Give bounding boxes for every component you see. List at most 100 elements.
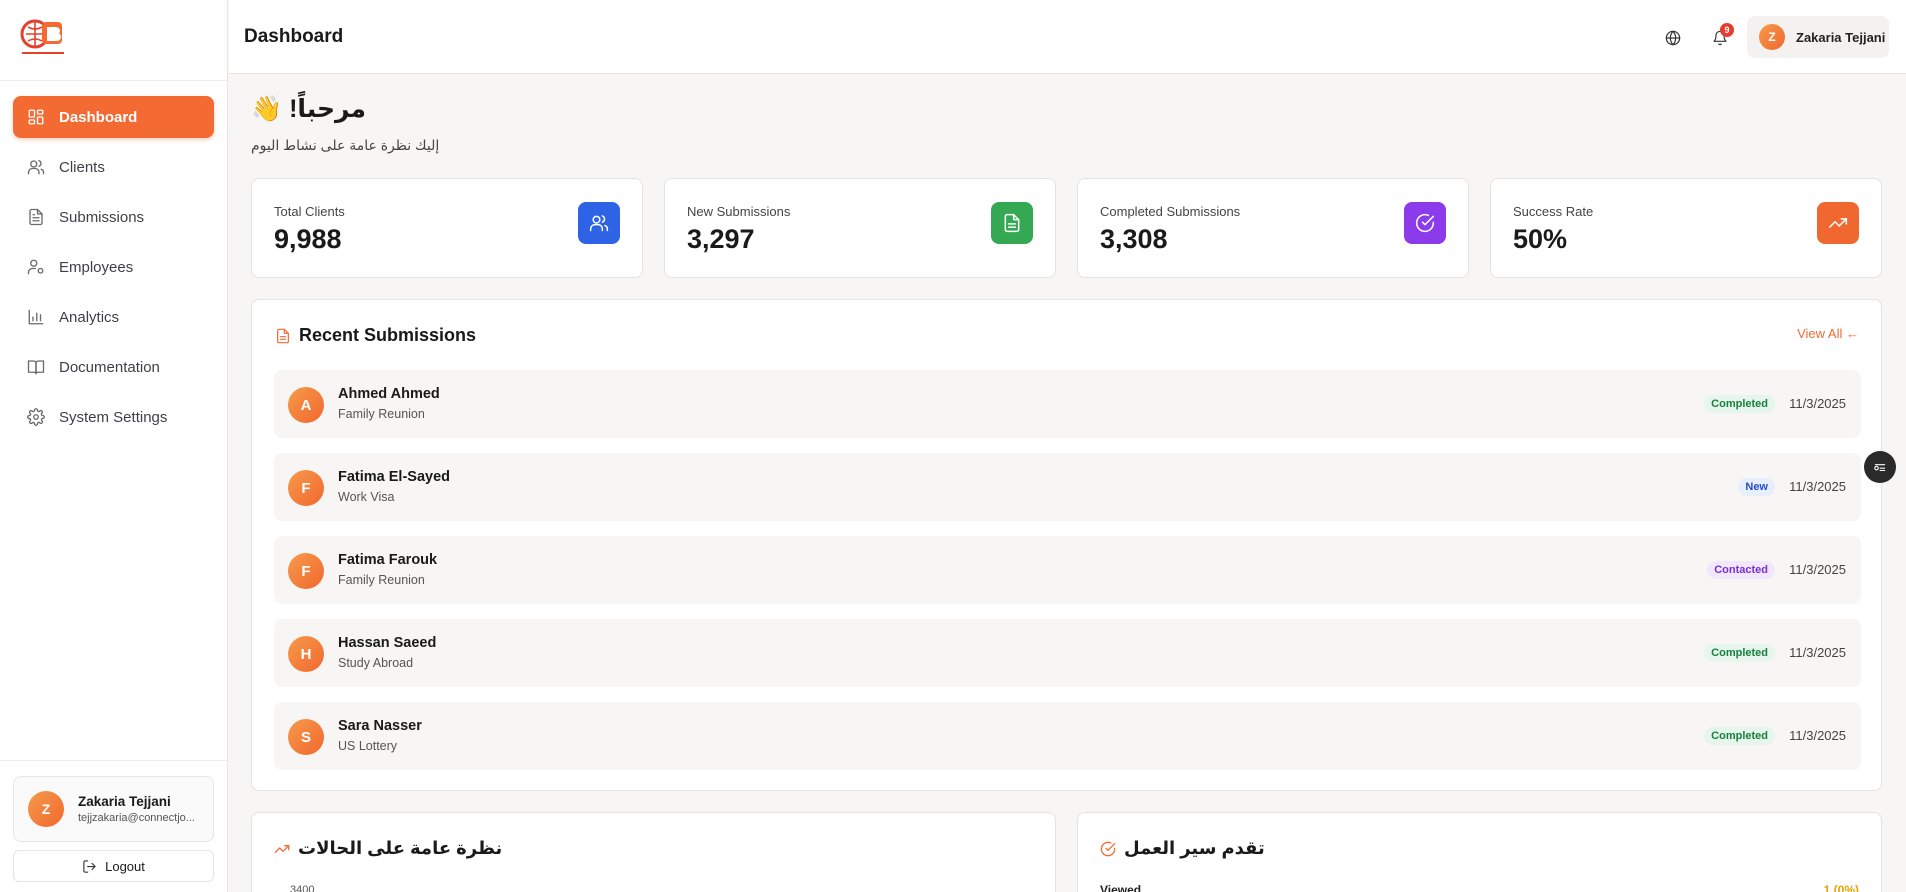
notifications-button[interactable]: 9 bbox=[1704, 22, 1736, 54]
floating-toggle-button[interactable] bbox=[1864, 451, 1896, 483]
sidebar-nav: Dashboard Clients Submissions Employees … bbox=[13, 96, 214, 446]
user-menu-button[interactable]: Z Zakaria Tejjani bbox=[1747, 16, 1889, 58]
panel-title: Recent Submissions bbox=[275, 325, 476, 346]
logout-button[interactable]: Logout bbox=[13, 850, 214, 882]
avatar: F bbox=[288, 470, 324, 506]
client-name: Fatima Farouk bbox=[338, 552, 438, 568]
file-icon bbox=[27, 208, 45, 226]
sidebar-item-system-settings[interactable]: System Settings bbox=[13, 396, 214, 438]
notification-badge: 9 bbox=[1720, 23, 1734, 37]
stat-card-completed-submissions: Completed Submissions 3,308 bbox=[1077, 178, 1469, 278]
client-name: Sara Nasser bbox=[338, 718, 422, 734]
stat-label: Success Rate bbox=[1513, 204, 1594, 219]
submission-row[interactable]: F Fatima El-Sayed Work Visa New 11/3/2025 bbox=[274, 453, 1861, 521]
sidebar-divider bbox=[0, 80, 228, 81]
submission-type: Study Abroad bbox=[338, 656, 414, 670]
status-badge: Completed bbox=[1704, 727, 1775, 745]
user-name: Zakaria Tejjani bbox=[78, 794, 171, 809]
avatar: Z bbox=[28, 791, 64, 827]
stat-value: 3,297 bbox=[687, 224, 755, 254]
sidebar-item-submissions[interactable]: Submissions bbox=[13, 196, 214, 238]
submission-type: Family Reunion bbox=[338, 573, 425, 587]
client-name: Ahmed Ahmed bbox=[338, 386, 440, 402]
panel-title-text: Recent Submissions bbox=[299, 325, 477, 345]
workflow-step-value: 1 (0%) bbox=[1823, 883, 1859, 892]
stat-value: 9,988 bbox=[274, 224, 342, 254]
stat-label: Total Clients bbox=[274, 204, 345, 219]
submission-date: 11/3/2025 bbox=[1789, 562, 1846, 577]
submission-row[interactable]: F Fatima Farouk Family Reunion Contacted 11/… bbox=[274, 536, 1861, 604]
status-badge: Completed bbox=[1704, 644, 1775, 662]
sidebar-item-label: Dashboard bbox=[59, 108, 138, 126]
users-icon bbox=[578, 202, 620, 244]
page-title: Dashboard bbox=[244, 26, 344, 47]
sidebar-item-label: Employees bbox=[59, 258, 134, 276]
file-icon bbox=[277, 328, 289, 343]
panel-title-text: تقدم سير العمل bbox=[1124, 838, 1265, 858]
sidebar-item-analytics[interactable]: Analytics bbox=[13, 296, 214, 338]
sidebar-item-label: Clients bbox=[59, 158, 105, 176]
sidebar-item-documentation[interactable]: Documentation bbox=[13, 346, 214, 388]
avatar: A bbox=[288, 387, 324, 423]
workflow-step-label: Viewed bbox=[1100, 883, 1142, 892]
language-button[interactable] bbox=[1657, 22, 1689, 54]
user-email: tejjzakaria@connectjo... bbox=[78, 812, 195, 824]
status-badge: New bbox=[1738, 478, 1775, 496]
submission-type: Work Visa bbox=[338, 490, 395, 504]
view-all-link[interactable]: View All ← bbox=[1797, 326, 1859, 341]
check-circle-icon bbox=[1404, 202, 1446, 244]
client-name: Fatima El-Sayed bbox=[338, 469, 451, 485]
employee-icon bbox=[27, 258, 45, 276]
company-logo[interactable] bbox=[18, 18, 68, 60]
stat-value: 3,308 bbox=[1100, 224, 1168, 254]
stat-card-new-submissions: New Submissions 3,297 bbox=[664, 178, 1056, 278]
check-circle-icon bbox=[1100, 841, 1116, 856]
book-icon bbox=[27, 358, 45, 376]
sidebar: Dashboard Clients Submissions Employees … bbox=[0, 0, 228, 892]
gear-icon bbox=[27, 408, 45, 426]
stat-card-success-rate: Success Rate 50% bbox=[1490, 178, 1882, 278]
status-badge: Completed bbox=[1704, 395, 1775, 413]
submission-type: US Lottery bbox=[338, 739, 398, 753]
trending-up-icon bbox=[1817, 202, 1859, 244]
bar-chart-icon bbox=[27, 308, 45, 326]
panel-title: نظرة عامة على الحالات bbox=[274, 838, 502, 859]
user-name: Zakaria Tejjani bbox=[1796, 29, 1886, 45]
sidebar-item-employees[interactable]: Employees bbox=[13, 246, 214, 288]
welcome-title: مرحباً! 👋 bbox=[251, 95, 367, 123]
submissions-list: A Ahmed Ahmed Family Reunion Completed 11/3/… bbox=[274, 370, 1861, 785]
sidebar-item-clients[interactable]: Clients bbox=[13, 146, 214, 188]
toggle-list-icon bbox=[1874, 464, 1886, 472]
stat-label: Completed Submissions bbox=[1100, 204, 1241, 219]
sidebar-item-label: Documentation bbox=[59, 358, 160, 376]
avatar: F bbox=[288, 553, 324, 589]
cases-overview-panel: نظرة عامة على الحالات 3400 bbox=[251, 812, 1056, 892]
submission-row[interactable]: H Hassan Saeed Study Abroad Completed 11/3/2… bbox=[274, 619, 1861, 687]
sidebar-item-label: Analytics bbox=[59, 308, 120, 326]
client-name: Hassan Saeed bbox=[338, 635, 437, 651]
avatar: H bbox=[288, 636, 324, 672]
stat-card-total-clients: Total Clients 9,988 bbox=[251, 178, 643, 278]
users-icon bbox=[27, 158, 45, 176]
sidebar-user-card[interactable]: Z Zakaria Tejjani tejjzakaria@connectjo.… bbox=[13, 776, 214, 842]
submission-date: 11/3/2025 bbox=[1789, 728, 1846, 743]
submission-row[interactable]: S Sara Nasser US Lottery Completed 11/3/2025 bbox=[274, 702, 1861, 770]
sidebar-divider bbox=[0, 760, 228, 761]
panel-title: تقدم سير العمل bbox=[1100, 838, 1265, 859]
submission-date: 11/3/2025 bbox=[1789, 479, 1846, 494]
avatar: Z bbox=[1759, 24, 1785, 50]
submission-row[interactable]: A Ahmed Ahmed Family Reunion Completed 11/3/… bbox=[274, 370, 1861, 438]
stat-label: New Submissions bbox=[687, 204, 791, 219]
trending-up-icon bbox=[274, 844, 290, 853]
welcome-subtitle: إليك نظرة عامة على نشاط اليوم bbox=[251, 137, 440, 153]
sidebar-item-dashboard[interactable]: Dashboard bbox=[13, 96, 214, 138]
sidebar-item-label: System Settings bbox=[59, 408, 168, 426]
submission-date: 11/3/2025 bbox=[1789, 645, 1846, 660]
logout-label: Logout bbox=[105, 858, 145, 874]
recent-submissions-panel: Recent Submissions View All ← A Ahmed Ahm… bbox=[251, 299, 1882, 791]
chart-axis-tick: 3400 bbox=[290, 884, 315, 892]
panel-title-text: نظرة عامة على الحالات bbox=[298, 838, 503, 858]
workflow-progress-panel: تقدم سير العمل Viewed 1 (0%) bbox=[1077, 812, 1882, 892]
globe-icon bbox=[1665, 30, 1681, 46]
submission-type: Family Reunion bbox=[338, 407, 425, 421]
